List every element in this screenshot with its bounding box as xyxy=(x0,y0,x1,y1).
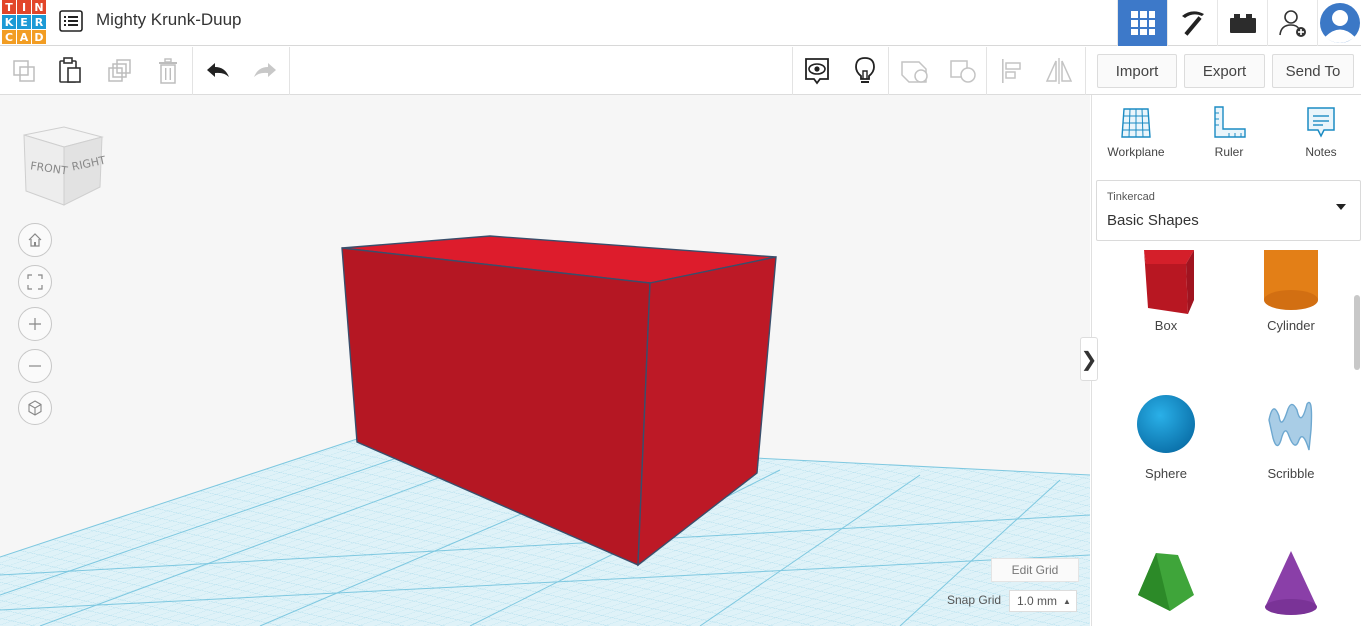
workplane-tool[interactable]: Workplane xyxy=(1098,105,1174,159)
shape-sphere[interactable]: Sphere xyxy=(1111,390,1221,481)
snap-grid-select[interactable]: 1.0 mm ▲ xyxy=(1009,590,1077,612)
snap-grid-value: 1.0 mm xyxy=(1017,594,1058,608)
design-title[interactable]: Mighty Krunk-Duup xyxy=(96,10,242,30)
shape-label: Sphere xyxy=(1145,466,1187,481)
perspective-toggle-button[interactable] xyxy=(18,391,52,425)
logo-letter: C xyxy=(2,30,16,44)
logo-letter: I xyxy=(17,0,31,14)
edit-grid-button[interactable]: Edit Grid xyxy=(991,558,1079,582)
cone-shape-icon xyxy=(1265,551,1317,615)
logo-letter: E xyxy=(17,15,31,29)
box-shape-icon xyxy=(1144,250,1194,314)
home-icon xyxy=(28,233,42,247)
copy-icon[interactable] xyxy=(0,47,48,95)
cube-outline-icon xyxy=(28,400,42,416)
trash-icon[interactable] xyxy=(144,47,192,95)
logo-letter: D xyxy=(32,30,46,44)
3d-view-grid-icon[interactable] xyxy=(1117,0,1167,46)
send-to-button[interactable]: Send To xyxy=(1272,54,1354,88)
edit-toolbar: Import Export Send To xyxy=(0,47,1361,95)
pickaxe-icon[interactable] xyxy=(1167,0,1217,46)
home-view-button[interactable] xyxy=(18,223,52,257)
zoom-out-button[interactable] xyxy=(18,349,52,383)
library-source: Tinkercad xyxy=(1107,191,1155,203)
user-avatar[interactable] xyxy=(1317,0,1361,46)
chevron-right-icon: ❯ xyxy=(1080,348,1098,371)
shape-roof[interactable] xyxy=(1111,545,1221,621)
collapse-panel-button[interactable]: ❯ xyxy=(1080,337,1098,381)
shape-label: Cylinder xyxy=(1267,318,1315,333)
fit-view-button[interactable] xyxy=(18,265,52,299)
align-icon[interactable] xyxy=(988,47,1036,95)
shape-cylinder[interactable]: Cylinder xyxy=(1236,250,1346,333)
logo-letter: K xyxy=(2,15,16,29)
caret-down-icon xyxy=(1336,204,1346,210)
shape-box[interactable]: Box xyxy=(1111,250,1221,333)
tinkercad-logo[interactable]: T I N K E R C A D xyxy=(2,0,46,44)
notes-icon xyxy=(1307,107,1335,138)
ruler-label: Ruler xyxy=(1214,145,1244,159)
ungroup-icon[interactable] xyxy=(939,47,987,95)
cylinder-shape-icon xyxy=(1264,250,1318,310)
logo-letter: R xyxy=(32,15,46,29)
workplane-canvas[interactable]: FRONT RIGHT Edit Grid Snap Grid 1.0 mm ▲ xyxy=(0,95,1090,626)
shape-label: Box xyxy=(1154,318,1178,333)
shapes-panel: Workplane Ruler Notes Tinkercad Basic Sh… xyxy=(1091,95,1361,626)
add-user-icon[interactable] xyxy=(1267,0,1317,46)
shape-label: Scribble xyxy=(1267,466,1315,481)
notes-tool[interactable]: Notes xyxy=(1283,105,1359,159)
zoom-in-button[interactable] xyxy=(18,307,52,341)
design-list-icon[interactable] xyxy=(59,10,83,32)
shape-scribble[interactable]: Scribble xyxy=(1236,390,1346,481)
minus-icon xyxy=(29,365,41,367)
notes-label: Notes xyxy=(1305,145,1337,159)
library-name: Basic Shapes xyxy=(1107,212,1199,229)
top-nav xyxy=(1117,0,1361,46)
bricks-icon[interactable] xyxy=(1217,0,1267,46)
view-cube[interactable]: FRONT RIGHT xyxy=(18,125,108,212)
plus-icon xyxy=(29,318,41,330)
undo-icon[interactable] xyxy=(194,47,242,95)
workplane-icon xyxy=(1121,108,1151,138)
mirror-icon[interactable] xyxy=(1035,47,1083,95)
panel-scrollbar[interactable] xyxy=(1354,295,1360,370)
workplane-label: Workplane xyxy=(1107,145,1165,159)
caret-up-icon: ▲ xyxy=(1063,596,1071,606)
lightbulb-icon[interactable] xyxy=(841,47,889,95)
snap-grid-label: Snap Grid xyxy=(947,593,1002,607)
import-button[interactable]: Import xyxy=(1097,54,1177,88)
shape-library-select[interactable]: Tinkercad Basic Shapes xyxy=(1096,180,1361,241)
notes-visibility-icon[interactable] xyxy=(793,47,841,95)
top-bar: T I N K E R C A D Mighty Krunk-Duup xyxy=(0,0,1361,46)
ruler-tool[interactable]: Ruler xyxy=(1191,105,1267,159)
export-button[interactable]: Export xyxy=(1184,54,1265,88)
fit-view-icon xyxy=(27,274,43,290)
logo-letter: T xyxy=(2,0,16,14)
shape-cone[interactable] xyxy=(1236,545,1346,621)
roof-shape-icon xyxy=(1138,553,1194,611)
logo-letter: N xyxy=(32,0,46,14)
scribble-shape-icon xyxy=(1268,401,1313,451)
group-icon[interactable] xyxy=(890,47,938,95)
duplicate-icon[interactable] xyxy=(96,47,144,95)
paste-icon[interactable] xyxy=(46,47,94,95)
workplane-3d-view[interactable] xyxy=(0,95,1090,626)
ruler-icon xyxy=(1214,106,1246,138)
logo-letter: A xyxy=(17,30,31,44)
redo-icon[interactable] xyxy=(241,47,289,95)
sphere-shape-icon xyxy=(1137,395,1195,453)
